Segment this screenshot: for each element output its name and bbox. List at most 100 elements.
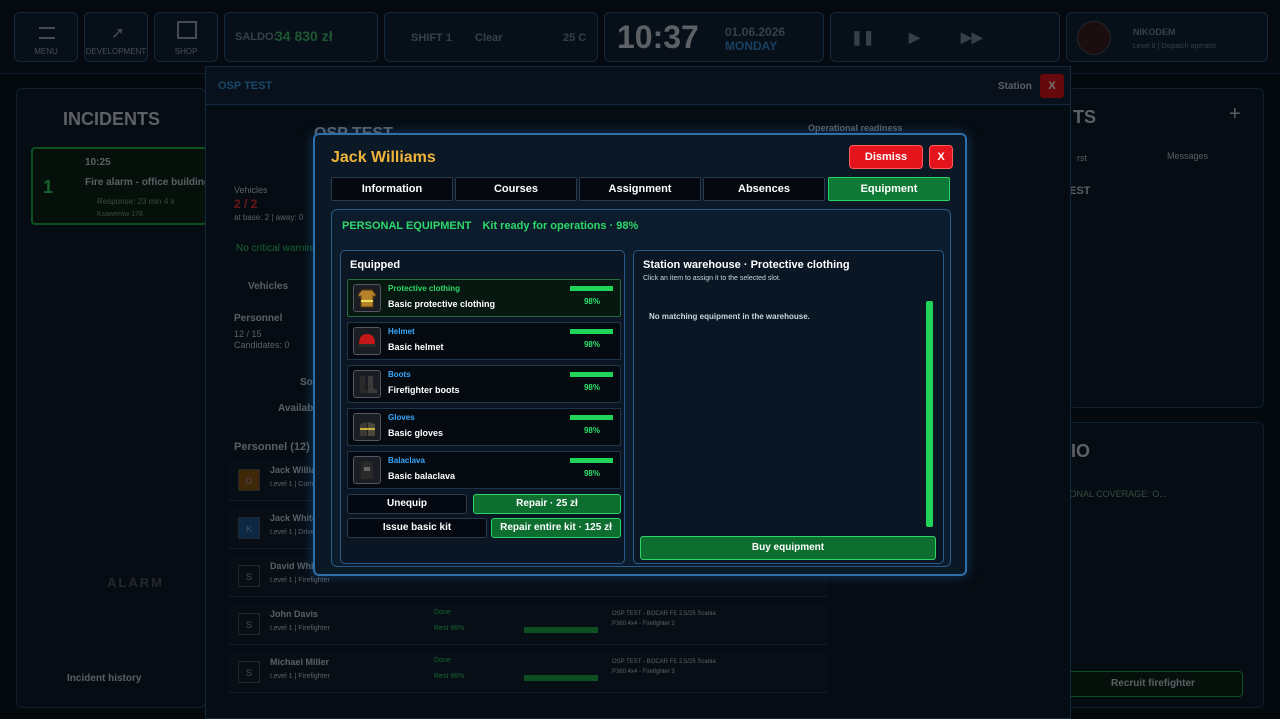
dismiss-button[interactable]: Dismiss: [849, 145, 923, 169]
tab-information[interactable]: Information: [331, 177, 453, 201]
condition-percent: 98%: [583, 297, 600, 306]
equipment-item[interactable]: Gloves Basic gloves 98%: [347, 408, 621, 446]
incident-card[interactable]: 1 10:25 Fire alarm - office building Res…: [31, 147, 210, 225]
row-status: Done: [434, 609, 451, 616]
weather-label: Clear: [475, 32, 503, 44]
jacket-icon: [353, 284, 381, 312]
repair-button[interactable]: Repair · 25 zł: [473, 494, 621, 514]
balance-value: 34 830 zł: [275, 28, 333, 44]
development-label: DEVELOPMENT: [85, 47, 147, 56]
warehouse-empty-message: No matching equipment in the warehouse.: [649, 312, 810, 321]
equipment-item[interactable]: Balaclava Basic balaclava 98%: [347, 451, 621, 489]
sort-button[interactable]: So: [300, 377, 313, 388]
radio-panel: IO IONAL COVERAGE: O... Recruit firefigh…: [1054, 422, 1264, 708]
clock-panel: 10:37 01.06.2026 MONDAY: [604, 12, 824, 62]
clock-time: 10:37: [617, 19, 699, 55]
incident-history-link[interactable]: Incident history: [67, 673, 141, 684]
temperature-label: 25 C: [563, 32, 587, 44]
warehouse-hint: Click an item to assign it to the select…: [643, 275, 781, 282]
condition-bar: [570, 415, 614, 420]
firefighter-modal: Jack Williams Dismiss X Information Cour…: [313, 133, 967, 576]
warning-status: No critical warnings: [236, 243, 323, 254]
tab-assignment[interactable]: Assignment: [579, 177, 701, 201]
vehicles-sub: at base: 2 | away: 0: [234, 213, 304, 222]
shop-button[interactable]: SHOP: [154, 12, 218, 62]
modal-close-button[interactable]: X: [929, 145, 953, 169]
tab-equipment[interactable]: Equipment: [828, 177, 950, 201]
row-rest-bar: [524, 675, 598, 681]
pause-icon[interactable]: ❚❚: [851, 29, 874, 46]
balaclava-icon: [353, 456, 381, 484]
row-name: Michael Miller: [270, 657, 330, 667]
incident-time: 10:25: [85, 157, 111, 168]
row-status: Done: [434, 657, 451, 664]
balance-panel: SALDO: 34 830 zł: [224, 12, 378, 62]
plus-icon[interactable]: +: [1229, 103, 1241, 126]
row-badge: D: [238, 469, 260, 491]
menu-button[interactable]: MENU: [14, 12, 78, 62]
item-name: Firefighter boots: [388, 385, 460, 395]
row-assignment-role: P360 4x4 - Firefighter 3: [612, 669, 675, 675]
tab-courses[interactable]: Courses: [455, 177, 577, 201]
incident-number: 1: [43, 177, 54, 197]
personnel-count: Personnel (12): [234, 441, 310, 453]
recruit-firefighter-button[interactable]: Recruit firefighter: [1063, 671, 1243, 697]
station-header-label: Station: [998, 81, 1032, 92]
availability-filter[interactable]: Availab: [278, 403, 313, 414]
row-name: John Davis: [270, 609, 319, 619]
candidates-count: Candidates: 0: [234, 340, 290, 350]
personal-equipment-header: PERSONAL EQUIPMENT Kit ready for operati…: [342, 220, 638, 232]
speed-controls: ❚❚ ▶ ▶▶: [830, 12, 1060, 62]
station-header-title: OSP TEST: [218, 80, 273, 92]
menu-label: MENU: [34, 47, 58, 56]
vehicles-label: Vehicles: [234, 185, 268, 195]
personnel-value: 12 / 15: [234, 329, 262, 339]
issue-basic-kit-button[interactable]: Issue basic kit: [347, 518, 487, 538]
row-badge: S: [238, 565, 260, 587]
play-icon[interactable]: ▶: [909, 29, 920, 46]
shop-icon: [177, 21, 197, 39]
buy-equipment-button[interactable]: Buy equipment: [640, 536, 936, 560]
balance-label: SALDO:: [235, 31, 278, 43]
radio-title: IO: [1071, 441, 1091, 461]
row-name: Jack White: [270, 513, 318, 523]
equipment-item[interactable]: Protective clothing Basic protective clo…: [347, 279, 621, 317]
fast-forward-icon[interactable]: ▶▶: [961, 29, 983, 46]
item-slot: Protective clothing: [388, 284, 461, 293]
shift-panel: SHIFT 1 Clear 25 C: [384, 12, 598, 62]
filter-dropdown[interactable]: rst: [1077, 153, 1087, 163]
helmet-icon: [353, 327, 381, 355]
station-close-button[interactable]: X: [1040, 74, 1064, 98]
unequip-button[interactable]: Unequip: [347, 494, 467, 514]
row-sub: Level 1 | Firefighter: [270, 577, 330, 584]
kit-status: Kit ready for operations · 98%: [482, 220, 639, 232]
equipment-item[interactable]: Boots Firefighter boots 98%: [347, 365, 621, 403]
alarm-logo: ALARM: [107, 575, 164, 590]
repair-entire-kit-button[interactable]: Repair entire kit · 125 zł: [491, 518, 621, 538]
row-badge: S: [238, 661, 260, 683]
top-bar: MENU ➚ DEVELOPMENT SHOP SALDO: 34 830 zł…: [0, 0, 1280, 74]
gloves-icon: [353, 413, 381, 441]
item-slot: Balaclava: [388, 456, 425, 465]
row-rest: Rest 96%: [434, 625, 465, 632]
condition-bar: [570, 458, 614, 463]
row-rest-bar: [524, 627, 598, 633]
warehouse-title: Station warehouse · Protective clothing: [643, 259, 850, 271]
item-slot: Boots: [388, 370, 411, 379]
equipment-item[interactable]: Helmet Basic helmet 98%: [347, 322, 621, 360]
table-row[interactable]: S Michael Miller Level 1 | Firefighter D…: [228, 651, 828, 693]
user-panel[interactable]: NIKODEM Level 8 | Dispatch operator: [1066, 12, 1268, 62]
modal-tabs: Information Courses Assignment Absences …: [331, 177, 951, 201]
coverage-label: IONAL COVERAGE: O...: [1067, 489, 1167, 499]
table-row[interactable]: S John Davis Level 1 | Firefighter Done …: [228, 603, 828, 645]
messages-button[interactable]: Messages: [1167, 151, 1208, 161]
row-rest: Rest 96%: [434, 673, 465, 680]
vehicles-tab[interactable]: Vehicles: [248, 281, 288, 292]
warehouse-scrollbar[interactable]: [926, 301, 933, 527]
development-button[interactable]: ➚ DEVELOPMENT: [84, 12, 148, 62]
condition-bar: [570, 372, 614, 377]
item-slot: Gloves: [388, 413, 415, 422]
row-sub: Level 1 | Driver: [270, 529, 317, 536]
right-panel-title: TS: [1073, 107, 1097, 127]
tab-absences[interactable]: Absences: [703, 177, 825, 201]
